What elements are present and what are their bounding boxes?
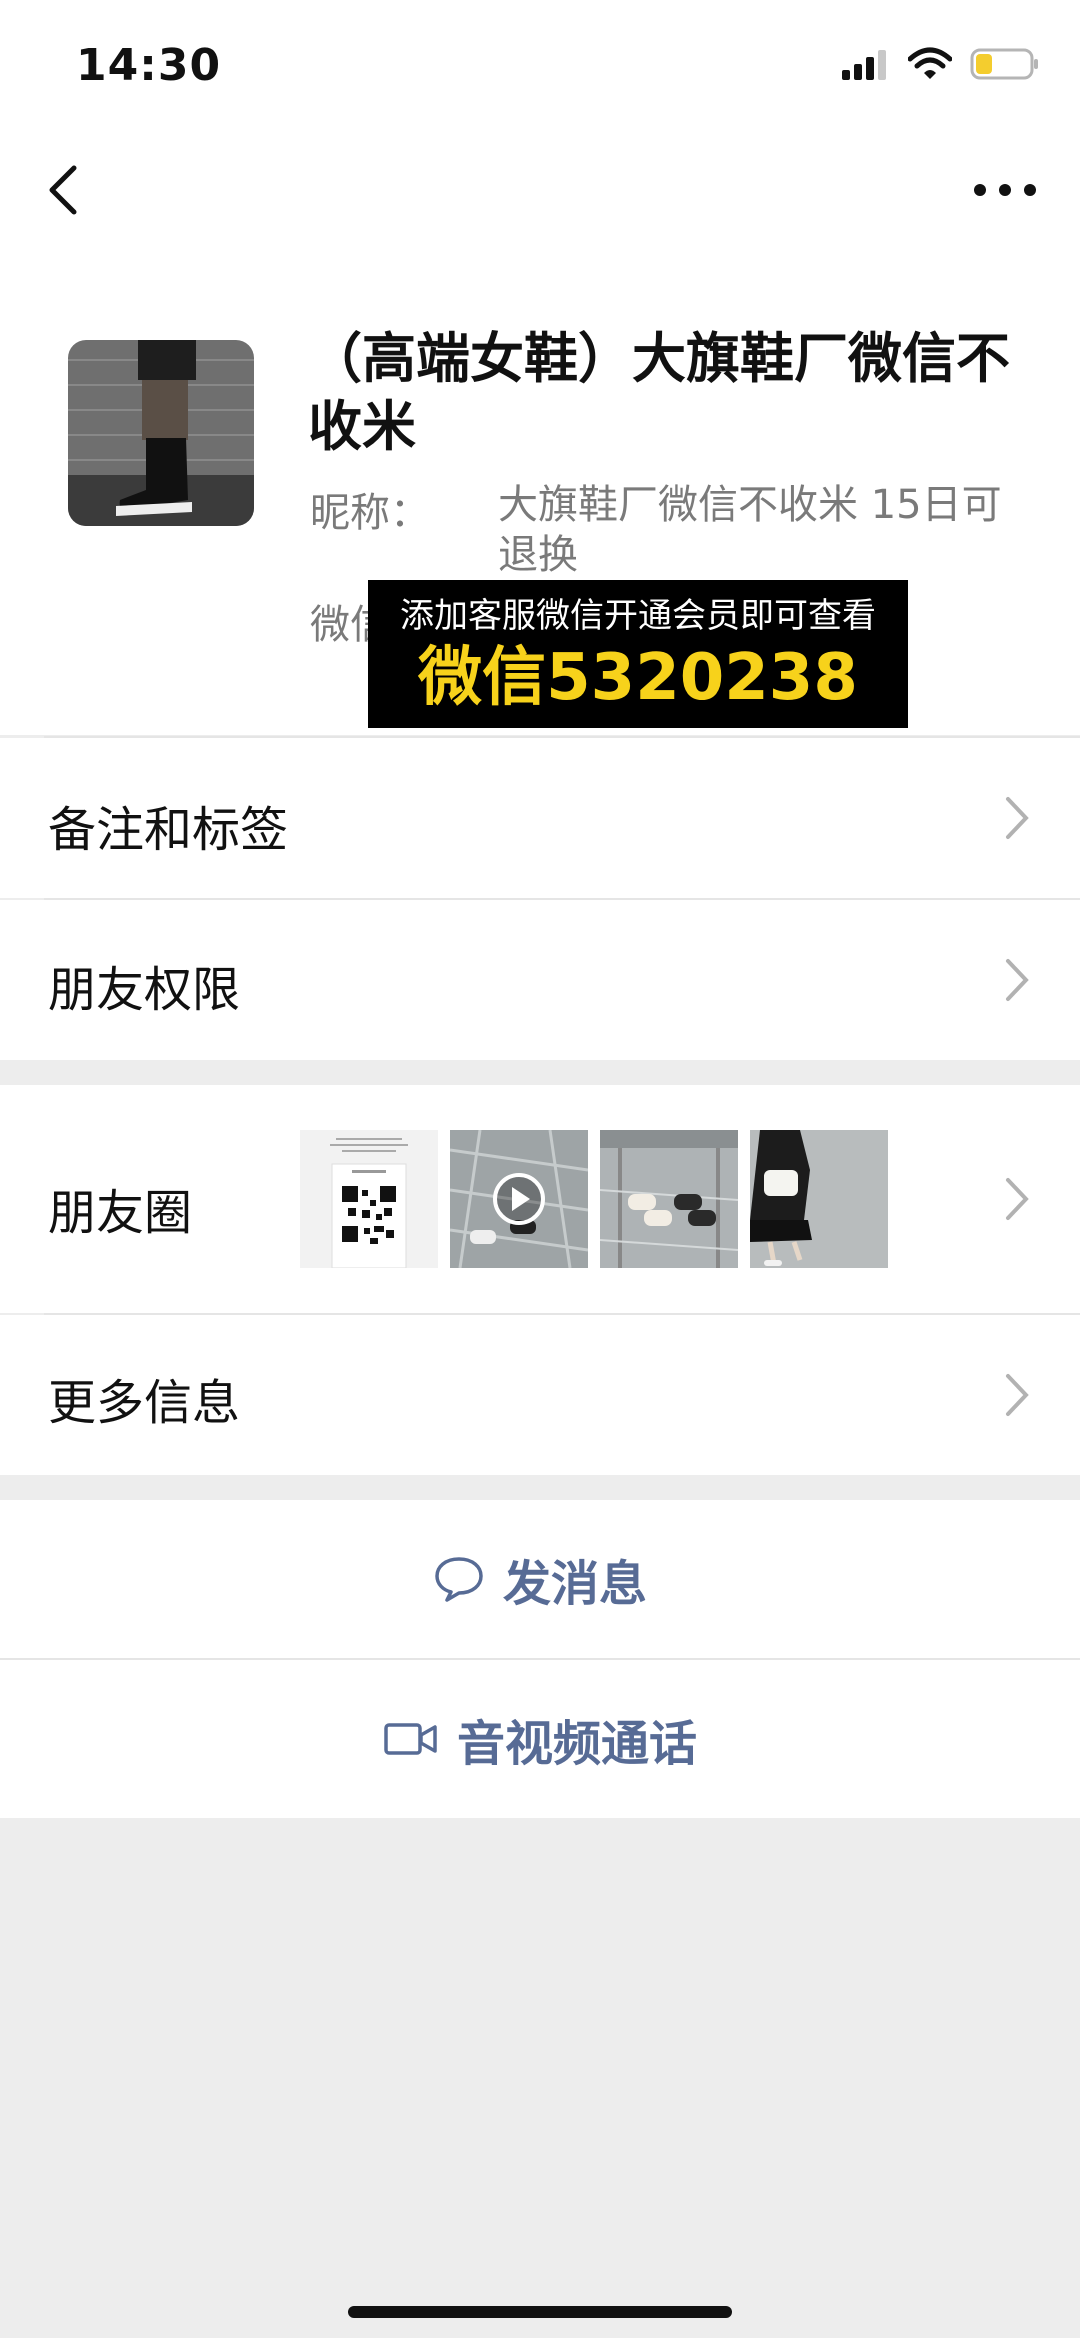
avatar[interactable] bbox=[68, 340, 254, 526]
nickname-label: 昵称： bbox=[310, 490, 430, 536]
moments-thumb-video[interactable] bbox=[450, 1130, 588, 1268]
chevron-right-icon bbox=[1006, 1178, 1029, 1220]
row-remarks[interactable]: 备注和标签 bbox=[0, 738, 1080, 898]
row-moments-label: 朋友圈 bbox=[48, 1185, 193, 1241]
promo-overlay: 添加客服微信开通会员即可查看 微信5320238 bbox=[368, 580, 908, 728]
status-icons bbox=[842, 44, 1040, 84]
row-permissions[interactable]: 朋友权限 bbox=[0, 900, 1080, 1060]
chevron-right-icon bbox=[1006, 959, 1029, 1001]
back-icon[interactable] bbox=[40, 160, 90, 220]
video-camera-icon bbox=[384, 1723, 437, 1755]
battery-icon bbox=[970, 48, 1038, 80]
chat-bubble-icon bbox=[435, 1557, 483, 1602]
row-more-info-label: 更多信息 bbox=[48, 1375, 241, 1431]
chevron-right-icon bbox=[1006, 1374, 1029, 1416]
more-icon[interactable] bbox=[970, 170, 1040, 210]
nav-bar bbox=[0, 130, 1080, 250]
row-permissions-label: 朋友权限 bbox=[48, 962, 241, 1018]
moments-thumb-qr[interactable] bbox=[300, 1130, 438, 1268]
signal-icon bbox=[842, 50, 886, 80]
send-message-button[interactable]: 发消息 bbox=[0, 1500, 1080, 1658]
nickname-value: 大旗鞋厂微信不收米 15日可退换 bbox=[498, 482, 1002, 578]
send-message-label: 发消息 bbox=[502, 1556, 647, 1612]
row-more-info[interactable]: 更多信息 bbox=[0, 1315, 1080, 1475]
row-remarks-label: 备注和标签 bbox=[48, 802, 289, 858]
wifi-icon bbox=[908, 47, 952, 79]
chevron-right-icon bbox=[1006, 797, 1029, 839]
moments-thumbnails[interactable] bbox=[300, 1130, 888, 1268]
contact-title: （高端女鞋）大旗鞋厂微信不收米 bbox=[308, 327, 1010, 458]
moments-thumb-shoes[interactable] bbox=[600, 1130, 738, 1268]
status-time: 14:30 bbox=[76, 40, 222, 91]
home-indicator[interactable] bbox=[348, 2306, 732, 2318]
video-call-button[interactable]: 音视频通话 bbox=[0, 1660, 1080, 1818]
video-call-label: 音视频通话 bbox=[456, 1716, 697, 1772]
moments-thumb-model[interactable] bbox=[750, 1130, 888, 1268]
promo-line-1: 添加客服微信开通会员即可查看 bbox=[400, 596, 876, 636]
promo-line-2: 微信5320238 bbox=[418, 641, 858, 715]
status-bar: 14:30 bbox=[0, 0, 1080, 130]
